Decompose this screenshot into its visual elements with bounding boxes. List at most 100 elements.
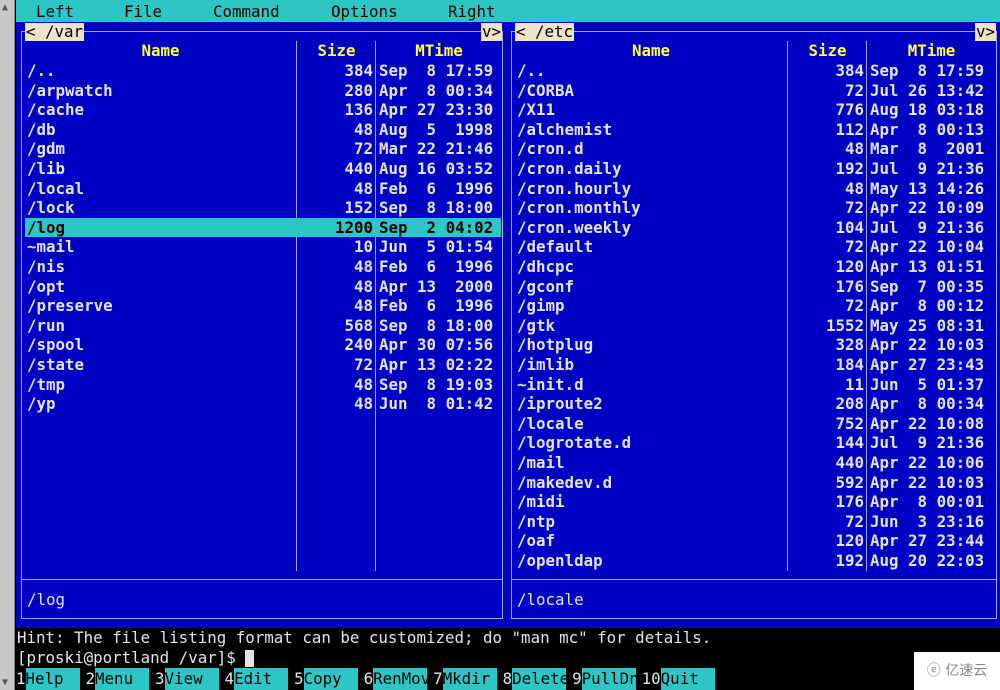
file-row[interactable]: /logrotate.d 144 Jul 9 21:36 xyxy=(515,433,995,453)
file-mtime: Aug 16 03:52 xyxy=(379,159,494,178)
file-size: 384 xyxy=(835,61,864,80)
scroll-up-icon[interactable]: ▲ xyxy=(2,2,8,13)
file-row[interactable]: /arpwatch 280 Apr 8 00:34 xyxy=(25,81,501,101)
file-row[interactable]: /default 72 Apr 22 10:04 xyxy=(515,237,995,257)
fkey-copy[interactable]: 5 Copy xyxy=(294,668,358,690)
file-mtime: Apr 13 02:22 xyxy=(379,355,494,374)
fkey-pulldn[interactable]: 9 PullDn xyxy=(572,668,639,690)
file-mtime: Sep 8 17:59 xyxy=(379,61,494,80)
menu-options[interactable]: Options xyxy=(331,2,398,21)
file-mtime: Apr 13 2000 xyxy=(379,276,494,296)
fkey-mkdir[interactable]: 7 Mkdir xyxy=(433,668,497,690)
header-mtime[interactable]: MTime xyxy=(376,41,502,60)
file-row[interactable]: /cron.weekly 104 Jul 9 21:36 xyxy=(515,218,995,238)
file-row[interactable]: /lib 440 Aug 16 03:52 xyxy=(25,159,501,179)
fkey-label: Edit xyxy=(234,668,289,690)
file-mtime: Jun 5 01:37 xyxy=(870,374,985,394)
header-size[interactable]: Size xyxy=(788,41,867,60)
file-size: 120 xyxy=(835,531,864,551)
fkey-help[interactable]: 1 Help xyxy=(16,668,80,690)
file-row[interactable]: ~init.d 11 Jun 5 01:37 xyxy=(515,375,995,395)
file-row[interactable]: /.. 384 Sep 8 17:59 xyxy=(515,61,995,81)
file-row[interactable]: /openldap 192 Aug 20 22:03 xyxy=(515,551,995,571)
file-row[interactable]: /preserve 48 Feb 6 1996 xyxy=(25,296,501,316)
file-row[interactable]: /hotplug 328 Apr 22 10:03 xyxy=(515,335,995,355)
panel-menu-arrow[interactable]: v> xyxy=(975,23,997,41)
file-row[interactable]: /makedev.d 592 Apr 22 10:03 xyxy=(515,473,995,493)
file-row[interactable]: /gconf 176 Sep 7 00:35 xyxy=(515,277,995,297)
fkey-delete[interactable]: 8 Delete xyxy=(503,668,569,690)
file-size: 112 xyxy=(835,119,864,139)
command-prompt[interactable]: [proski@portland /var]$ xyxy=(17,648,255,667)
file-row[interactable]: /lock 152 Sep 8 18:00 xyxy=(25,198,501,218)
file-mtime: Apr 27 23:44 xyxy=(870,531,985,551)
file-row[interactable]: /cron.d 48 Mar 8 2001 xyxy=(515,139,995,159)
fkey-quit[interactable]: 10 Quit xyxy=(642,668,715,690)
file-mtime: Jul 9 21:36 xyxy=(870,433,985,453)
file-name: /nis xyxy=(27,257,66,276)
file-mtime: Apr 8 00:13 xyxy=(870,119,985,139)
file-row[interactable]: /imlib 184 Apr 27 23:43 xyxy=(515,355,995,375)
header-mtime[interactable]: MTime xyxy=(867,41,996,60)
file-row[interactable]: /oaf 120 Apr 27 23:44 xyxy=(515,531,995,551)
file-mtime: Apr 27 23:43 xyxy=(870,355,985,374)
file-name: /gdm xyxy=(27,139,66,159)
file-row[interactable]: /mail 440 Apr 22 10:06 xyxy=(515,453,995,473)
panel-path[interactable]: < /etc xyxy=(515,23,575,41)
file-size: 48 xyxy=(844,178,864,198)
file-row[interactable]: /cache 136 Apr 27 23:30 xyxy=(25,100,501,120)
file-row[interactable]: /.. 384 Sep 8 17:59 xyxy=(25,61,501,81)
file-row[interactable]: /midi 176 Apr 8 00:01 xyxy=(515,492,995,512)
file-name: /db xyxy=(27,119,56,139)
file-row[interactable]: /run 568 Sep 8 18:00 xyxy=(25,316,501,336)
file-row[interactable]: /db 48 Aug 5 1998 xyxy=(25,120,501,140)
header-name[interactable]: Name xyxy=(25,41,296,60)
file-row[interactable]: /CORBA 72 Jul 26 13:42 xyxy=(515,81,995,101)
file-size: 72 xyxy=(844,511,864,531)
file-row[interactable]: /log 1200 Sep 2 04:02 xyxy=(25,217,501,238)
file-row[interactable]: /dhcpc 120 Apr 13 01:51 xyxy=(515,257,995,277)
file-row[interactable]: /opt 48 Apr 13 2000 xyxy=(25,277,501,297)
file-name: /makedev.d xyxy=(517,472,613,492)
header-name[interactable]: Name xyxy=(515,41,787,60)
file-mtime: Sep 8 19:03 xyxy=(379,374,494,394)
cursor xyxy=(245,650,255,667)
fkey-edit[interactable]: 4 Edit xyxy=(225,668,289,690)
file-row[interactable]: /cron.daily 192 Jul 9 21:36 xyxy=(515,159,995,179)
file-row[interactable]: /yp 48 Jun 8 01:42 xyxy=(25,394,501,414)
file-row[interactable]: ~mail 10 Jun 5 01:54 xyxy=(25,237,501,257)
file-row[interactable]: /locale 752 Apr 22 10:08 xyxy=(515,414,995,434)
file-row[interactable]: /local 48 Feb 6 1996 xyxy=(25,179,501,199)
menu-file[interactable]: File xyxy=(124,2,162,21)
file-row[interactable]: /alchemist 112 Apr 8 00:13 xyxy=(515,120,995,140)
menu-right[interactable]: Right xyxy=(448,2,496,21)
file-row[interactable]: /gdm 72 Mar 22 21:46 xyxy=(25,139,501,159)
menu-command[interactable]: Command xyxy=(213,2,280,21)
panel-menu-arrow[interactable]: v> xyxy=(481,23,503,41)
file-row[interactable]: /cron.monthly 72 Apr 22 10:09 xyxy=(515,198,995,218)
scroll-down-icon[interactable]: ▼ xyxy=(2,677,8,688)
file-row[interactable]: /gimp 72 Apr 8 00:12 xyxy=(515,296,995,316)
file-row[interactable]: /nis 48 Feb 6 1996 xyxy=(25,257,501,277)
menu-left[interactable]: Left xyxy=(36,2,74,21)
panel-path[interactable]: < /var xyxy=(25,23,85,41)
file-size: 192 xyxy=(835,159,864,178)
file-row[interactable]: /X11 776 Aug 18 03:18 xyxy=(515,100,995,120)
file-row[interactable]: /gtk 1552 May 25 08:31 xyxy=(515,316,995,336)
file-row[interactable]: /spool 240 Apr 30 07:56 xyxy=(25,335,501,355)
file-row[interactable]: /state 72 Apr 13 02:22 xyxy=(25,355,501,375)
fkey-view[interactable]: 3 View xyxy=(155,668,219,690)
fkey-menu[interactable]: 2 Menu xyxy=(86,668,150,690)
file-name: /locale xyxy=(517,413,584,433)
file-row[interactable]: /cron.hourly 48 May 13 14:26 xyxy=(515,179,995,199)
scrollbar[interactable]: ▲ ▼ xyxy=(0,0,15,690)
fkey-label: Copy xyxy=(303,668,358,690)
fkey-renmov[interactable]: 6 RenMov xyxy=(364,668,430,690)
file-size: 48 xyxy=(353,374,373,394)
file-name: /.. xyxy=(517,61,546,80)
header-size[interactable]: Size xyxy=(297,41,376,60)
fkey-label: Mkdir xyxy=(442,668,497,690)
file-row[interactable]: /iproute2 208 Apr 8 00:34 xyxy=(515,394,995,414)
file-row[interactable]: /ntp 72 Jun 3 23:16 xyxy=(515,512,995,532)
file-row[interactable]: /tmp 48 Sep 8 19:03 xyxy=(25,375,501,395)
